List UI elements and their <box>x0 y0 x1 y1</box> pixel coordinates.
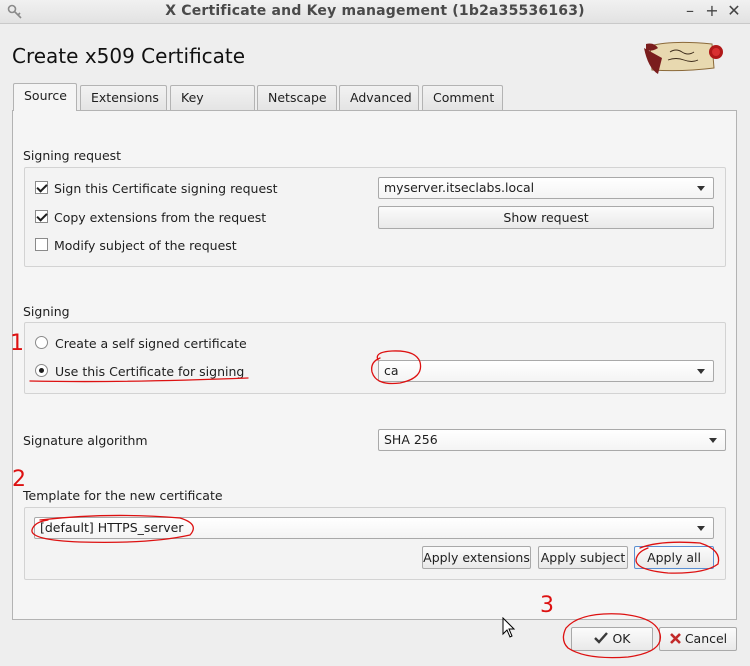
template-select-value: [default] HTTPS_server <box>40 520 184 535</box>
chevron-down-icon <box>697 186 705 191</box>
signing-request-label: Signing request <box>23 148 122 163</box>
chevron-down-icon <box>697 369 705 374</box>
window-title: X Certificate and Key management (1b2a35… <box>165 3 585 19</box>
modify-subject-checkbox[interactable] <box>35 238 48 251</box>
xca-logo <box>644 41 723 74</box>
cancel-label: Cancel <box>684 631 728 646</box>
template-label: Template for the new certificate <box>23 488 223 503</box>
ok-button[interactable]: OK <box>571 627 653 651</box>
apply-all-button[interactable]: Apply all <box>634 546 714 569</box>
request-select-value: myserver.itseclabs.local <box>384 180 535 195</box>
tab-advanced[interactable]: Advanced <box>339 85 419 110</box>
cancel-button[interactable]: Cancel <box>659 627 737 651</box>
chevron-down-icon <box>697 526 705 531</box>
tab-comment[interactable]: Comment <box>422 85 503 110</box>
signing-label: Signing <box>23 304 70 319</box>
signing-ca-select[interactable]: ca <box>378 360 714 382</box>
use-this-cert-radio[interactable] <box>35 364 48 377</box>
self-signed-label: Create a self signed certificate <box>55 336 247 351</box>
tab-netscape[interactable]: Netscape <box>257 85 337 110</box>
template-select[interactable]: [default] HTTPS_server <box>34 517 714 539</box>
use-this-cert-label: Use this Certificate for signing <box>55 364 245 379</box>
request-select[interactable]: myserver.itseclabs.local <box>378 177 714 199</box>
sign-csr-checkbox[interactable] <box>35 181 48 194</box>
signature-algorithm-select[interactable]: SHA 256 <box>378 429 726 451</box>
window-titlebar[interactable]: X Certificate and Key management (1b2a35… <box>0 0 750 24</box>
cancel-icon <box>669 633 681 644</box>
chevron-down-icon <box>709 438 717 443</box>
show-request-button[interactable]: Show request <box>378 206 714 229</box>
signature-algorithm-value: SHA 256 <box>384 432 438 447</box>
apply-subject-button[interactable]: Apply subject <box>538 546 628 569</box>
ok-label: OK <box>612 631 631 646</box>
minimize-icon[interactable]: – <box>680 1 700 21</box>
dialog-heading: Create x509 Certificate <box>12 44 246 68</box>
copy-extensions-checkbox[interactable] <box>35 210 48 223</box>
signing-group <box>24 322 726 394</box>
apply-extensions-button[interactable]: Apply extensions <box>422 546 531 569</box>
sign-csr-label: Sign this Certificate signing request <box>54 181 278 196</box>
mouse-cursor-icon <box>502 617 516 638</box>
modify-subject-label: Modify subject of the request <box>54 238 237 253</box>
copy-extensions-label: Copy extensions from the request <box>54 210 267 225</box>
maximize-icon[interactable]: + <box>702 1 722 21</box>
tab-key-usage[interactable]: Key usage <box>170 85 255 128</box>
signing-ca-value: ca <box>384 363 399 378</box>
close-icon[interactable]: ✕ <box>724 1 744 21</box>
self-signed-radio[interactable] <box>35 336 48 349</box>
checkmark-icon <box>594 632 609 644</box>
tab-extensions[interactable]: Extensions <box>80 85 167 110</box>
tab-source[interactable]: Source <box>13 83 77 111</box>
signature-algorithm-label: Signature algorithm <box>23 433 148 448</box>
